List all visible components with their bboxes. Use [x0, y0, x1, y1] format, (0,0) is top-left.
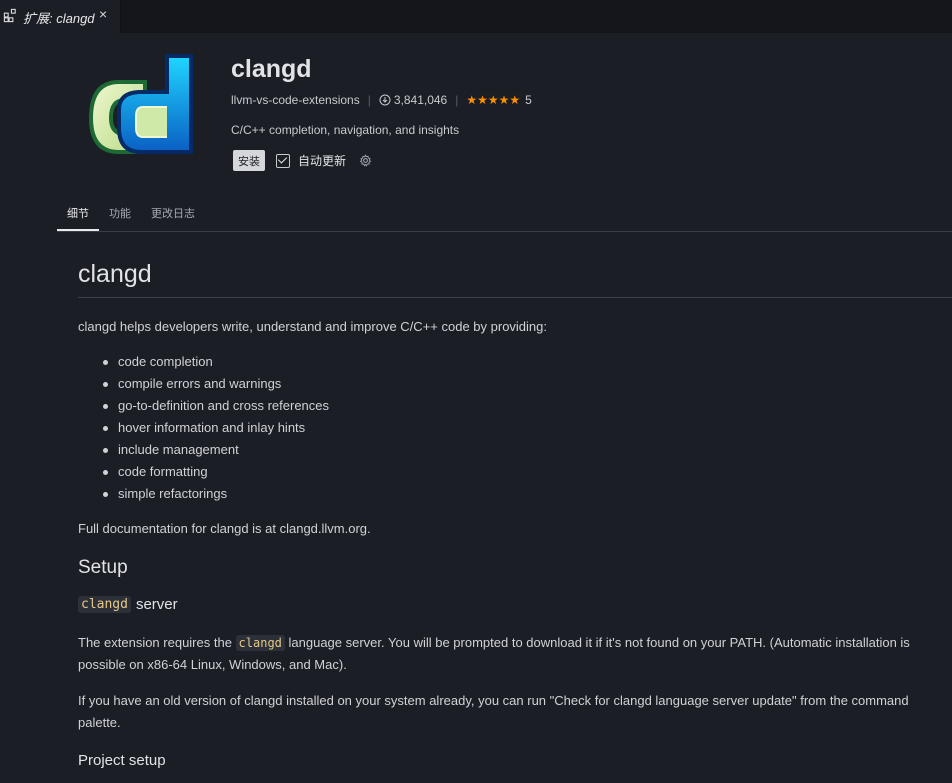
setup-p1-pre: The extension requires the: [78, 635, 236, 650]
setup-p1-line2: possible on x86-64 Linux, Windows, and M…: [78, 657, 347, 672]
download-icon: [379, 94, 391, 106]
setup-p2-line2: palette.: [78, 715, 121, 730]
setup-paragraph-2: If you have an old version of clangd ins…: [78, 690, 948, 734]
rating-stars-icon[interactable]: ★★★★★: [466, 93, 520, 107]
list-item: hover information and inlay hints: [100, 417, 329, 439]
list-item: include management: [100, 439, 329, 461]
meta-separator: |: [367, 93, 371, 107]
list-item: code completion: [100, 351, 329, 373]
feature-list: code completion compile errors and warni…: [100, 351, 329, 505]
setup-paragraph-1: The extension requires the clangd langua…: [78, 632, 948, 676]
server-heading: clangd server: [78, 596, 178, 613]
editor-tab-title: 扩展: clangd: [23, 11, 95, 26]
docs-paragraph: Full documentation for clangd is at clan…: [78, 521, 371, 536]
publisher-link[interactable]: llvm-vs-code-extensions: [231, 93, 360, 107]
install-button[interactable]: 安装: [233, 150, 265, 171]
close-icon[interactable]: ×: [99, 6, 107, 22]
tab-details[interactable]: 细节: [67, 205, 89, 221]
list-item: compile errors and warnings: [100, 373, 329, 395]
editor-tab-clangd[interactable]: 扩展: clangd ×: [0, 0, 121, 33]
project-setup-heading: Project setup: [78, 752, 166, 769]
download-count: 3,841,046: [393, 93, 448, 107]
extension-description: C/C++ completion, navigation, and insigh…: [231, 123, 460, 137]
gear-icon[interactable]: [359, 154, 372, 167]
setup-heading: Setup: [78, 557, 128, 578]
extension-meta: llvm-vs-code-extensions | 3,841,046 | ★★…: [231, 93, 532, 107]
extension-actions: 安装 自动更新: [231, 150, 372, 171]
auto-update-checkbox[interactable]: [276, 153, 290, 168]
list-item: code formatting: [100, 461, 329, 483]
readme-title: clangd: [78, 260, 152, 288]
list-item: simple refactorings: [100, 483, 329, 505]
active-tab-indicator: [57, 229, 99, 231]
setup-p2-line1: If you have an old version of clangd ins…: [78, 693, 909, 708]
meta-separator: |: [455, 93, 459, 107]
readme-intro: clangd helps developers write, understan…: [78, 319, 547, 334]
auto-update-label[interactable]: 自动更新: [298, 152, 346, 169]
editor-tab-bar: 扩展: clangd ×: [0, 0, 952, 33]
server-heading-text: server: [135, 596, 178, 613]
details-nav-tabs: 细节 功能 更改日志: [57, 200, 952, 232]
list-item: go-to-definition and cross references: [100, 395, 329, 417]
extension-name: clangd: [231, 55, 312, 83]
tab-changelog[interactable]: 更改日志: [151, 205, 195, 221]
clangd-logo: [88, 54, 193, 154]
extensions-icon: [3, 8, 16, 23]
server-code: clangd: [78, 596, 131, 613]
setup-p1-code: clangd: [235, 635, 285, 651]
title-divider: [78, 297, 952, 298]
rating-value: 5: [525, 93, 532, 107]
tab-features[interactable]: 功能: [109, 205, 131, 221]
setup-p1-line1: language server. You will be prompted to…: [284, 635, 910, 650]
